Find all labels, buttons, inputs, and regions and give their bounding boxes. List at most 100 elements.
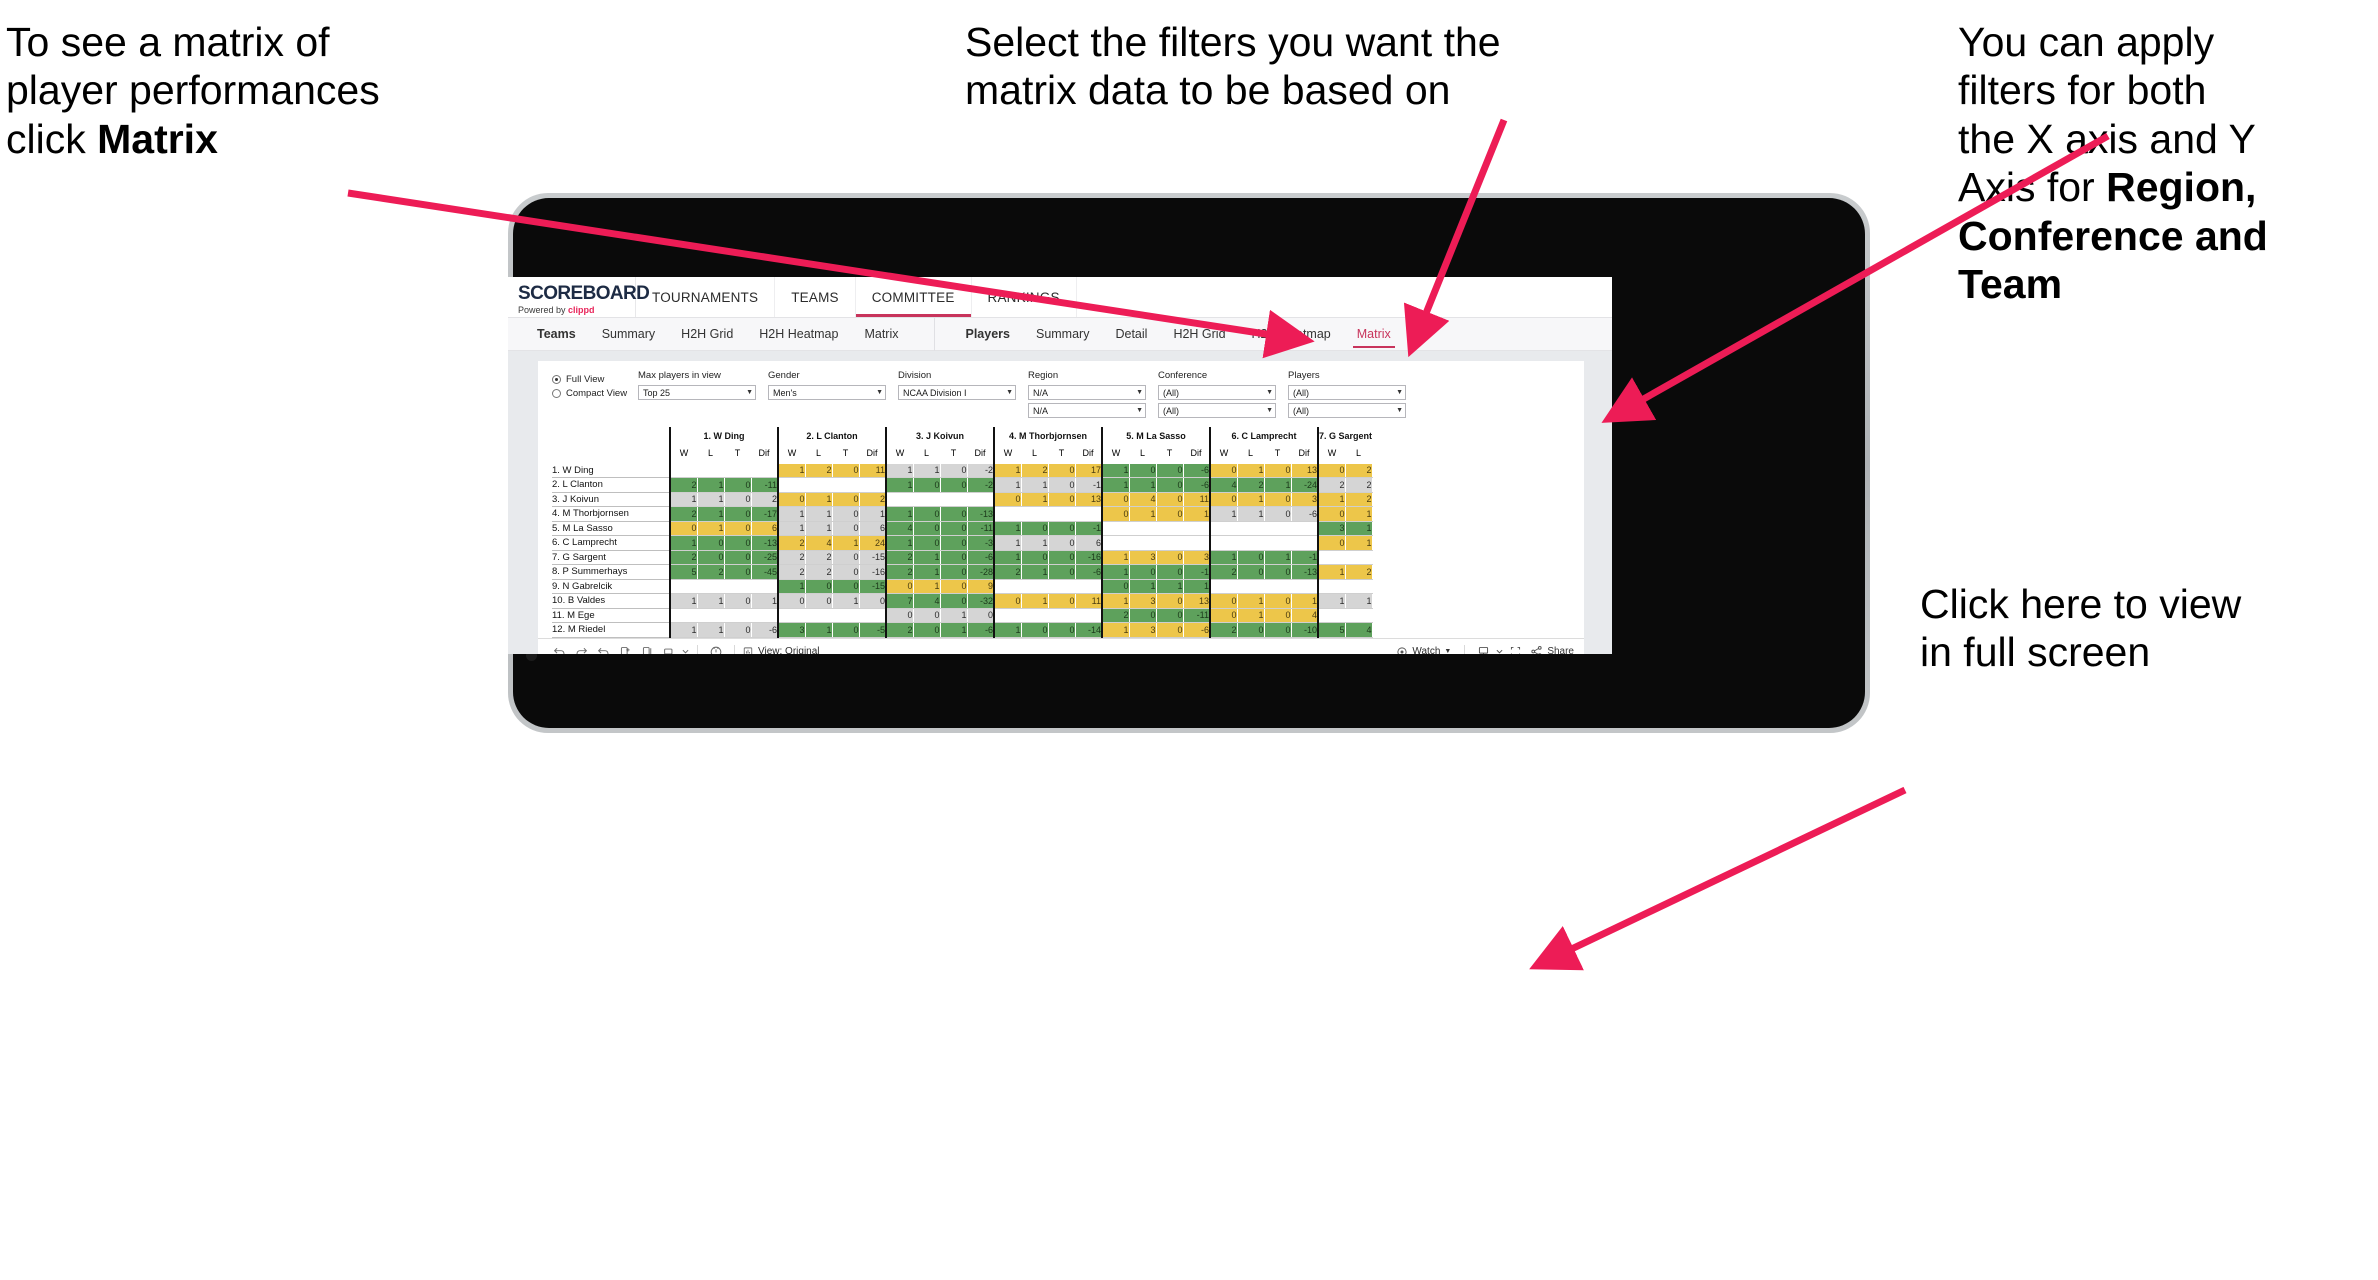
matrix-cell[interactable]: 0: [912, 477, 941, 493]
matrix-row-header[interactable]: 5. M La Sasso: [552, 521, 670, 536]
matrix-cell[interactable]: [993, 607, 1022, 623]
matrix-cell[interactable]: 0: [831, 578, 860, 594]
matrix-cell[interactable]: 1: [1020, 593, 1049, 609]
matrix-cell[interactable]: [966, 491, 995, 507]
matrix-cell[interactable]: 1: [939, 636, 968, 638]
matrix-cell[interactable]: 1: [1263, 549, 1292, 565]
matrix-cell[interactable]: 0: [885, 607, 914, 623]
matrix-cell[interactable]: 4: [1128, 491, 1157, 507]
matrix-cell[interactable]: 1: [912, 564, 941, 580]
matrix-cell[interactable]: -9: [966, 636, 995, 638]
matrix-cell[interactable]: [1209, 535, 1238, 551]
filter-max-players-select[interactable]: Top 25 ▼: [638, 385, 756, 400]
matrix-cell[interactable]: 0: [777, 491, 806, 507]
matrix-cell[interactable]: 0: [1128, 462, 1157, 478]
matrix-cell[interactable]: [858, 477, 887, 493]
matrix-cell[interactable]: -24: [1290, 477, 1319, 493]
matrix-cell[interactable]: 1: [1317, 491, 1346, 507]
matrix-column-header[interactable]: 6. C Lamprecht: [1209, 427, 1318, 444]
matrix-cell[interactable]: -1: [1182, 636, 1211, 638]
matrix-cell[interactable]: 0: [993, 593, 1022, 609]
matrix-cell[interactable]: 0: [1155, 491, 1184, 507]
matrix-cell[interactable]: 1: [696, 491, 725, 507]
matrix-cell[interactable]: 0: [723, 506, 752, 522]
matrix-cell[interactable]: 0: [831, 506, 860, 522]
matrix-cell[interactable]: 1: [885, 506, 914, 522]
topnav-item-tournaments[interactable]: TOURNAMENTS: [636, 277, 776, 317]
matrix-cell[interactable]: 3: [1344, 636, 1373, 638]
matrix-cell[interactable]: -13: [750, 535, 779, 551]
matrix-cell[interactable]: 0: [1020, 549, 1049, 565]
matrix-cell[interactable]: 1: [939, 607, 968, 623]
matrix-cell[interactable]: 2: [1209, 564, 1238, 580]
matrix-cell[interactable]: -2: [966, 462, 995, 478]
matrix-cell[interactable]: 1: [696, 636, 725, 638]
matrix-cell[interactable]: 2: [777, 535, 806, 551]
matrix-cell[interactable]: 1: [804, 506, 833, 522]
matrix-cell[interactable]: 3: [1317, 520, 1346, 536]
matrix-cell[interactable]: 4: [1290, 607, 1319, 623]
matrix-cell[interactable]: 0: [696, 535, 725, 551]
matrix-cell[interactable]: [1047, 506, 1076, 522]
matrix-cell[interactable]: 0: [1209, 491, 1238, 507]
matrix-cell[interactable]: 0: [831, 462, 860, 478]
matrix-cell[interactable]: 0: [1317, 462, 1346, 478]
matrix-cell[interactable]: -1: [1290, 549, 1319, 565]
matrix-cell[interactable]: 0: [1047, 636, 1076, 638]
matrix-cell[interactable]: 2: [1209, 622, 1238, 638]
matrix-cell[interactable]: 1: [993, 477, 1022, 493]
matrix-cell[interactable]: [1182, 520, 1211, 536]
matrix-cell[interactable]: 1: [993, 636, 1022, 638]
matrix-row[interactable]: 9. N Gabrelcik 1 0 0 -15 0 1 0 9 0 1 1 1: [552, 578, 1373, 594]
matrix-cell[interactable]: -11: [750, 477, 779, 493]
matrix-cell[interactable]: -2: [966, 477, 995, 493]
subnav-players-h2h-heatmap[interactable]: H2H Heatmap: [1239, 318, 1344, 351]
matrix-row-header[interactable]: 8. P Summerhays: [552, 564, 670, 580]
matrix-cell[interactable]: 1: [1317, 564, 1346, 580]
matrix-cell[interactable]: 1: [912, 578, 941, 594]
matrix-cell[interactable]: 0: [1155, 506, 1184, 522]
matrix-cell[interactable]: 2: [669, 477, 698, 493]
matrix-cell[interactable]: [1290, 535, 1319, 551]
matrix-cell[interactable]: 2: [1101, 607, 1130, 623]
matrix-cell[interactable]: [1074, 506, 1103, 522]
matrix-cell[interactable]: -14: [1074, 622, 1103, 638]
matrix-cell[interactable]: 0: [993, 491, 1022, 507]
matrix-row-header[interactable]: 7. G Sargent: [552, 550, 670, 565]
matrix-cell[interactable]: -16: [858, 564, 887, 580]
matrix-cell[interactable]: 0: [804, 578, 833, 594]
matrix-cell[interactable]: 2: [696, 564, 725, 580]
matrix-column-header[interactable]: 4. M Thorbjornsen: [993, 427, 1102, 444]
matrix-cell[interactable]: 1: [696, 477, 725, 493]
matrix-cell[interactable]: 1: [1101, 549, 1130, 565]
matrix-cell[interactable]: 3: [1128, 549, 1157, 565]
view-original-control[interactable]: View: Original: [742, 646, 820, 654]
chevron-down-icon[interactable]: [680, 641, 690, 655]
matrix-row-header[interactable]: 9. N Gabrelcik: [552, 579, 670, 594]
matrix-cell[interactable]: [1263, 636, 1292, 638]
matrix-cell[interactable]: 1: [1290, 593, 1319, 609]
matrix-cell[interactable]: 1: [696, 520, 725, 536]
matrix-cell[interactable]: -16: [1074, 549, 1103, 565]
matrix-cell[interactable]: 2: [1317, 477, 1346, 493]
matrix-cell[interactable]: 11: [1182, 491, 1211, 507]
matrix-cell[interactable]: [1236, 578, 1265, 594]
matrix-cell[interactable]: -3: [1074, 636, 1103, 638]
matrix-cell[interactable]: [696, 578, 725, 594]
matrix-cell[interactable]: 1: [1236, 491, 1265, 507]
matrix-cell[interactable]: 1: [777, 520, 806, 536]
matrix-cell[interactable]: 1: [1344, 535, 1373, 551]
matrix-cell[interactable]: [1074, 607, 1103, 623]
topnav-item-rankings[interactable]: RANKINGS: [972, 277, 1077, 317]
matrix-cell[interactable]: 1: [669, 491, 698, 507]
matrix-cell[interactable]: 0: [939, 535, 968, 551]
matrix-cell[interactable]: 1: [1020, 491, 1049, 507]
matrix-cell[interactable]: -6: [1182, 622, 1211, 638]
matrix-cell[interactable]: -11: [966, 520, 995, 536]
subnav-players-summary[interactable]: Summary: [1023, 318, 1102, 351]
matrix-cell[interactable]: [696, 607, 725, 623]
matrix-cell[interactable]: 1: [1263, 477, 1292, 493]
undo-icon[interactable]: [548, 641, 570, 654]
matrix-cell[interactable]: 0: [1047, 491, 1076, 507]
matrix-cell[interactable]: 0: [1236, 549, 1265, 565]
